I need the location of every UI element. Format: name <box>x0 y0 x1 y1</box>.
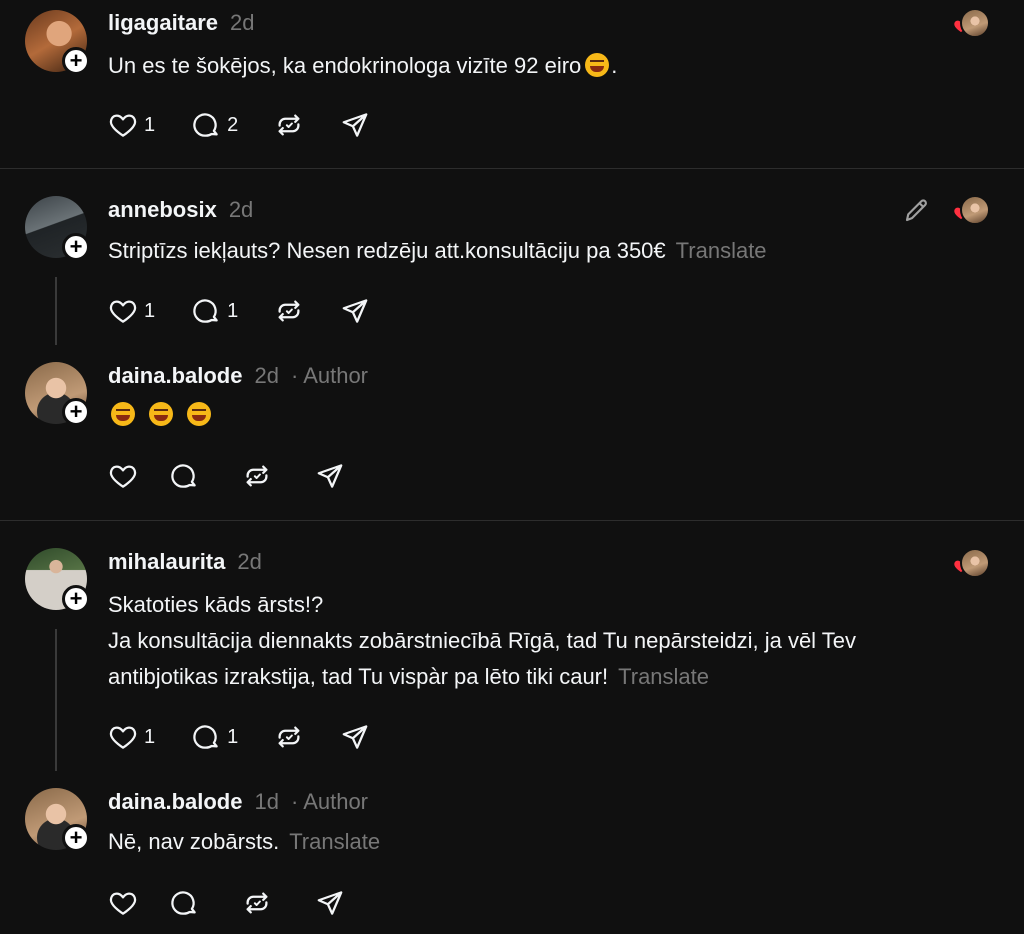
liked-by-author <box>952 548 992 578</box>
translate-link[interactable]: Translate <box>618 664 709 689</box>
rofl-emoji-icon <box>111 402 135 426</box>
send-icon <box>340 110 370 140</box>
send-icon <box>340 296 370 326</box>
author-avatar <box>960 8 990 38</box>
author-badge: · Author <box>290 363 369 388</box>
heart-outline-icon <box>108 722 138 752</box>
reply-button[interactable]: 1 <box>191 722 238 752</box>
username[interactable]: mihalaurita 2d <box>108 549 262 575</box>
like-count: 1 <box>144 113 156 136</box>
thread-line <box>55 629 57 771</box>
share-button[interactable] <box>315 461 345 491</box>
heart-outline-icon <box>108 461 138 491</box>
reply-count: 1 <box>227 725 239 748</box>
post-annebosix: + annebosix 2d Striptīzs iekļauts? Nesen … <box>0 169 1024 345</box>
rofl-emoji-icon <box>187 402 211 426</box>
like-button[interactable] <box>108 888 138 918</box>
like-count: 1 <box>144 299 156 322</box>
post-actions <box>108 888 381 918</box>
reply-daina-balode: + daina.balode 2d · Author <box>0 345 1024 520</box>
username[interactable]: daina.balode 1d · Author <box>108 789 368 815</box>
comment-bubble-icon <box>191 110 221 140</box>
thread-line <box>55 277 57 345</box>
repost-button[interactable] <box>274 722 304 752</box>
comment-bubble-icon <box>191 722 221 752</box>
timestamp: 2d <box>254 363 279 388</box>
reply-button[interactable] <box>169 461 199 491</box>
rofl-emoji-icon <box>585 53 610 77</box>
repost-button[interactable] <box>274 110 304 140</box>
like-button[interactable]: 1 <box>108 110 155 140</box>
follow-plus-icon[interactable]: + <box>62 824 90 852</box>
follow-plus-icon[interactable]: + <box>62 398 90 426</box>
timestamp: 2d <box>237 549 262 574</box>
like-count: 1 <box>144 725 156 748</box>
follow-plus-icon[interactable]: + <box>62 233 90 261</box>
post-text: Skatoties kāds ārsts!? Ja konsultācija d… <box>108 587 856 695</box>
heart-outline-icon <box>108 296 138 326</box>
post-text <box>108 397 219 433</box>
send-icon <box>340 722 370 752</box>
reply-count: 1 <box>227 299 239 322</box>
send-icon <box>315 461 345 491</box>
reply-daina-balode: + daina.balode 1d · Author Nē, nav zobārst… <box>0 771 1024 934</box>
username[interactable]: daina.balode 2d · Author <box>108 363 368 389</box>
post-ligagaitare: + ligagaitare 2d Un es te šokējos, ka end… <box>0 0 1024 168</box>
comment-bubble-icon <box>169 888 199 918</box>
post-text-line: Skatoties kāds ārsts!? <box>108 592 324 617</box>
translate-link[interactable]: Translate <box>289 829 380 854</box>
author-badge: · Author <box>290 789 369 814</box>
timestamp: 1d <box>254 789 279 814</box>
like-button[interactable]: 1 <box>108 296 155 326</box>
repost-button[interactable] <box>242 888 272 918</box>
liked-by-author <box>952 8 992 38</box>
post-mihalaurita: + mihalaurita 2d Skatoties kāds ārsts!? J… <box>0 521 1024 771</box>
translate-link[interactable]: Translate <box>676 238 767 263</box>
repost-icon <box>274 296 304 326</box>
follow-plus-icon[interactable]: + <box>62 47 90 75</box>
post-text: Striptīzs iekļauts? Nesen redzēju att.ko… <box>108 238 767 263</box>
comment-bubble-icon <box>169 461 199 491</box>
reply-button[interactable]: 2 <box>191 110 238 140</box>
comment-bubble-icon <box>191 296 221 326</box>
timestamp: 2d <box>230 10 255 35</box>
heart-outline-icon <box>108 888 138 918</box>
repost-button[interactable] <box>274 296 304 326</box>
username[interactable]: annebosix 2d <box>108 197 253 223</box>
post-actions <box>108 461 381 491</box>
reply-count: 2 <box>227 113 239 136</box>
author-avatar <box>960 195 990 225</box>
repost-icon <box>242 461 272 491</box>
reply-button[interactable] <box>169 888 199 918</box>
follow-plus-icon[interactable]: + <box>62 585 90 613</box>
share-button[interactable] <box>340 722 370 752</box>
like-button[interactable] <box>108 461 138 491</box>
post-actions: 1 1 <box>108 296 406 326</box>
author-avatar <box>960 548 990 578</box>
send-icon <box>315 888 345 918</box>
timestamp: 2d <box>228 197 254 222</box>
repost-icon <box>274 110 304 140</box>
post-text: Nē, nav zobārsts. Translate <box>108 829 381 854</box>
rofl-emoji-icon <box>149 402 173 426</box>
post-actions: 1 1 <box>108 722 406 752</box>
heart-outline-icon <box>108 110 138 140</box>
share-button[interactable] <box>340 296 370 326</box>
repost-icon <box>242 888 272 918</box>
share-button[interactable] <box>315 888 345 918</box>
like-button[interactable]: 1 <box>108 722 155 752</box>
post-text: Un es te šokējos, ka endokrinologa vizīt… <box>108 53 618 78</box>
post-text-line: antibjotikas izrakstija, tad Tu vispàr p… <box>108 664 609 689</box>
username[interactable]: ligagaitare 2d <box>108 10 255 36</box>
repost-button[interactable] <box>242 461 272 491</box>
pencil-icon[interactable] <box>902 195 932 225</box>
liked-by-author <box>952 195 992 225</box>
reply-button[interactable]: 1 <box>191 296 238 326</box>
post-text-line: Ja konsultācija diennakts zobārstniecībā… <box>108 628 857 653</box>
repost-icon <box>274 722 304 752</box>
share-button[interactable] <box>340 110 370 140</box>
post-actions: 1 2 <box>108 110 406 140</box>
